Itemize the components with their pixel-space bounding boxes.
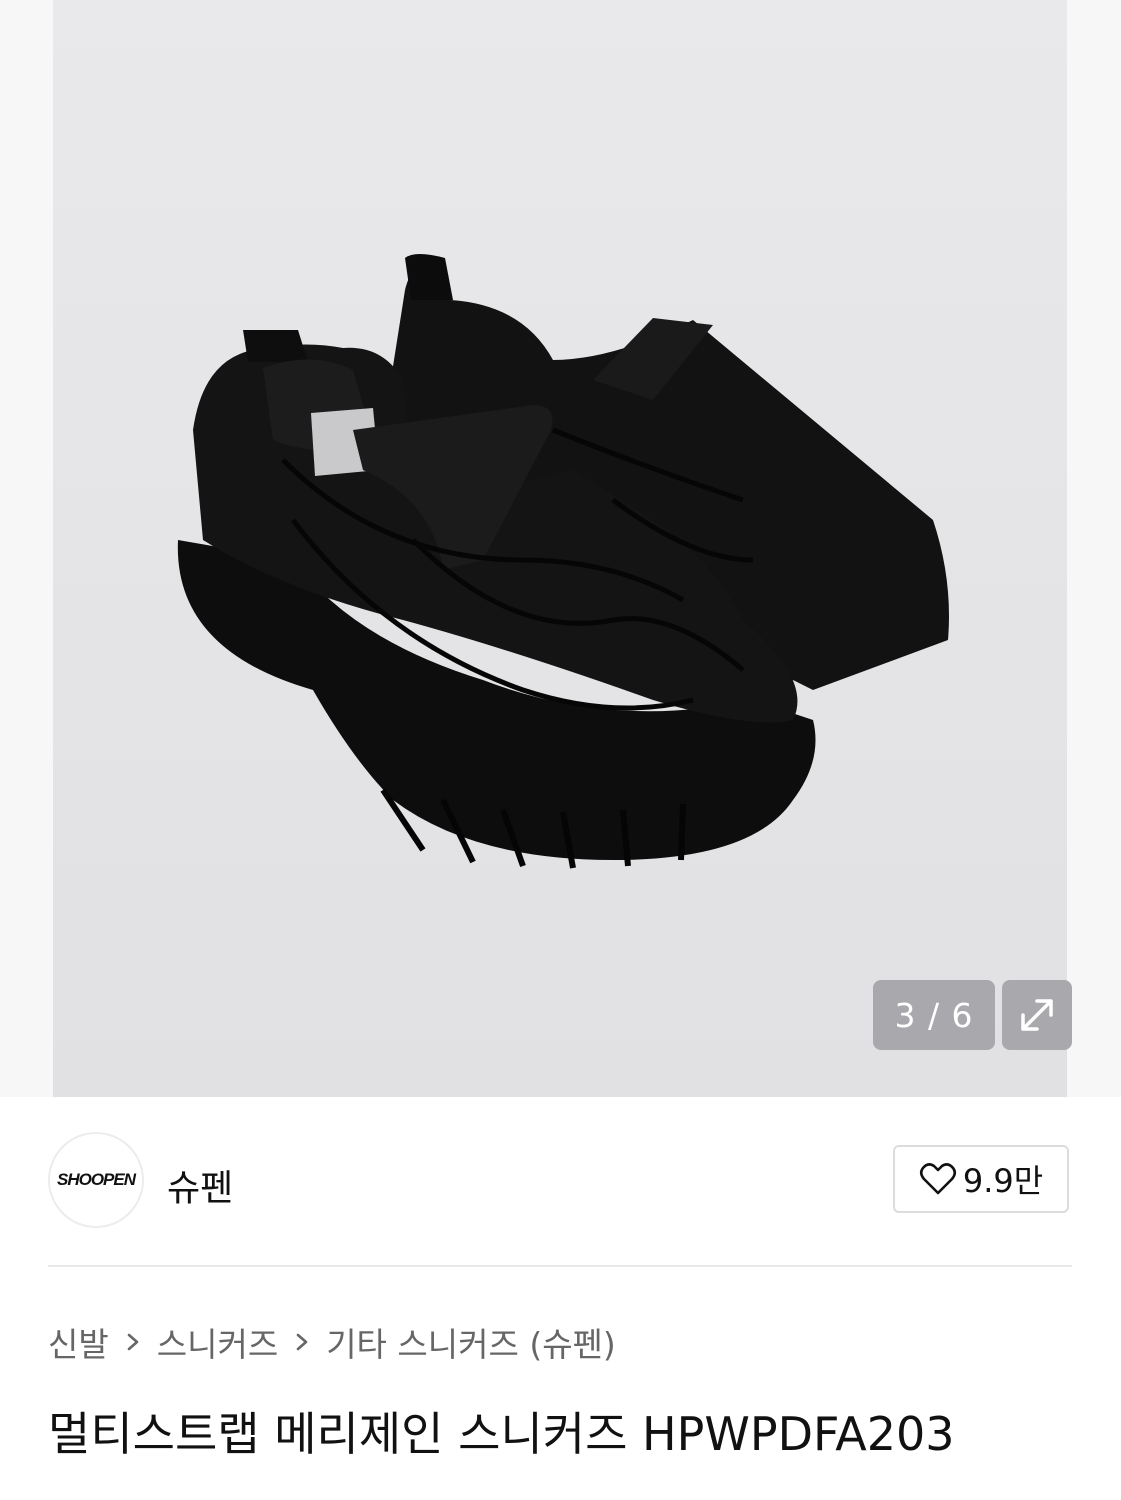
brand-logo[interactable]: SHOOPEN	[48, 1132, 144, 1228]
breadcrumb-item-other-sneakers[interactable]: 기타 스니커즈 (슈펜)	[326, 1318, 616, 1366]
brand-name[interactable]: 슈펜	[167, 1159, 233, 1211]
image-counter: 3 / 6	[873, 980, 995, 1050]
product-photo-sneakers	[177, 254, 949, 869]
expand-button[interactable]	[1002, 980, 1072, 1050]
breadcrumb-item-sneakers[interactable]: 스니커즈	[157, 1318, 278, 1366]
breadcrumb-item-shoes[interactable]: 신발	[48, 1318, 109, 1366]
expand-icon	[1021, 999, 1053, 1031]
heart-icon	[919, 1163, 956, 1195]
brand-row: SHOOPEN 슈펜 9.9만	[0, 1097, 1121, 1267]
product-image-gallery[interactable]: 3 / 6	[0, 0, 1121, 1097]
like-button[interactable]: 9.9만	[893, 1145, 1069, 1213]
breadcrumb: 신발 스니커즈 기타 스니커즈 (슈펜)	[48, 1318, 616, 1366]
chevron-right-icon	[125, 1331, 141, 1353]
product-title: 멀티스트랩 메리제인 스니커즈 HPWPDFA203	[48, 1407, 955, 1461]
chevron-right-icon	[294, 1331, 310, 1353]
like-count: 9.9만	[962, 1162, 1044, 1200]
brand-logo-text: SHOOPEN	[56, 1170, 136, 1189]
divider	[48, 1265, 1072, 1267]
